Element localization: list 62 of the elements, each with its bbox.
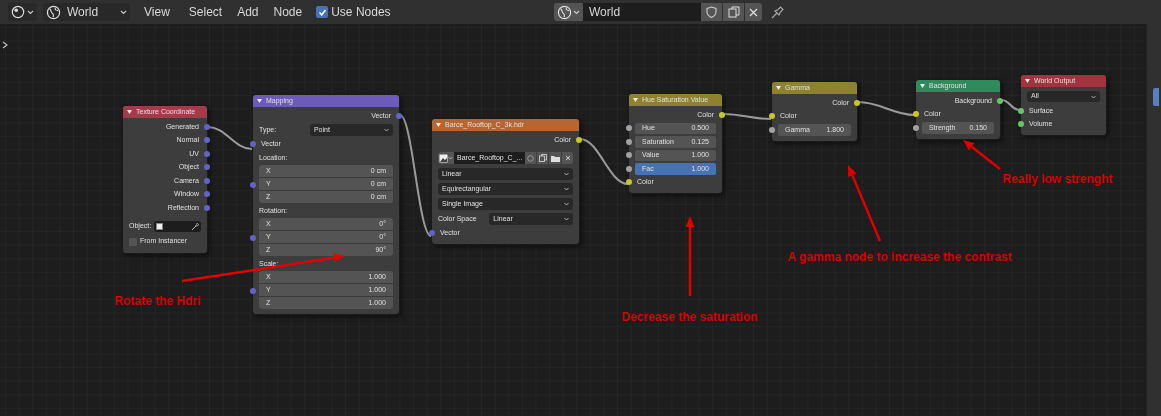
object-icon: [156, 223, 164, 230]
editor-type-button[interactable]: [8, 3, 37, 21]
node-wire: [722, 113, 772, 120]
annotation-arrow: [963, 140, 1001, 170]
world-dropdown[interactable]: World: [43, 3, 130, 21]
collapse-icon[interactable]: [1025, 79, 1030, 83]
collapse-icon[interactable]: [776, 86, 781, 90]
collapse-icon[interactable]: [920, 84, 925, 88]
caret-icon: [384, 128, 389, 132]
folder-icon: [550, 154, 560, 162]
pin-button[interactable]: [771, 5, 785, 19]
caret-icon: [448, 156, 453, 160]
eyedropper-icon: [191, 222, 199, 231]
caret-icon: [573, 9, 580, 15]
unlink-button[interactable]: [745, 3, 762, 21]
duplicate-button[interactable]: [723, 3, 744, 21]
caret-icon: [564, 217, 569, 221]
node-wire: [207, 126, 253, 150]
caret-icon: [120, 9, 127, 15]
image-icon: [439, 153, 448, 163]
annotation-text: A gamma node to increase the contrast: [788, 249, 1013, 266]
node-editor-icon: [11, 5, 25, 19]
annotation-text: Really low strenght: [1003, 171, 1114, 188]
node-wire: [1000, 99, 1021, 111]
caret-icon: [27, 9, 34, 15]
node-wire: [857, 101, 916, 116]
menu-item[interactable]: Node: [273, 3, 303, 21]
circle-icon: [527, 154, 535, 162]
collapse-icon[interactable]: [257, 99, 262, 103]
world-icon: [557, 4, 572, 20]
annotation-text: Decrease the saturation: [622, 309, 759, 326]
checkbox-label: Use Nodes: [331, 4, 391, 21]
unlink-button[interactable]: [562, 152, 573, 164]
collapse-icon[interactable]: [633, 98, 638, 102]
fake-user-button[interactable]: [525, 152, 537, 164]
fake-user-button[interactable]: [701, 3, 722, 21]
close-icon: [564, 155, 571, 161]
collapse-icon[interactable]: [436, 123, 441, 127]
node-wire: [579, 138, 629, 185]
world-name-field[interactable]: World: [583, 3, 701, 21]
annotation-text: Rotate the Hdri: [115, 293, 201, 310]
menu-item[interactable]: View: [144, 3, 170, 21]
world-browse-button[interactable]: [554, 3, 583, 21]
world-icon: [46, 4, 61, 20]
pin-icon: [771, 5, 785, 19]
object-field[interactable]: [154, 220, 201, 233]
expand-icon[interactable]: [2, 41, 8, 49]
duplicate-button[interactable]: [537, 152, 549, 164]
image-browse-button[interactable]: [438, 152, 454, 164]
caret-icon: [564, 202, 569, 206]
caret-icon: [564, 172, 569, 176]
checkbox[interactable]: [316, 6, 329, 18]
copy-icon: [538, 154, 547, 162]
caret-icon: [1091, 94, 1096, 99]
shield-icon: [706, 6, 717, 18]
close-icon: [749, 7, 758, 17]
collapse-icon[interactable]: [127, 110, 132, 114]
copy-icon: [727, 6, 740, 18]
menu-item[interactable]: Add: [237, 3, 259, 21]
caret-icon: [564, 187, 569, 191]
open-file-button[interactable]: [549, 152, 562, 164]
menu-item[interactable]: Select: [188, 3, 223, 21]
